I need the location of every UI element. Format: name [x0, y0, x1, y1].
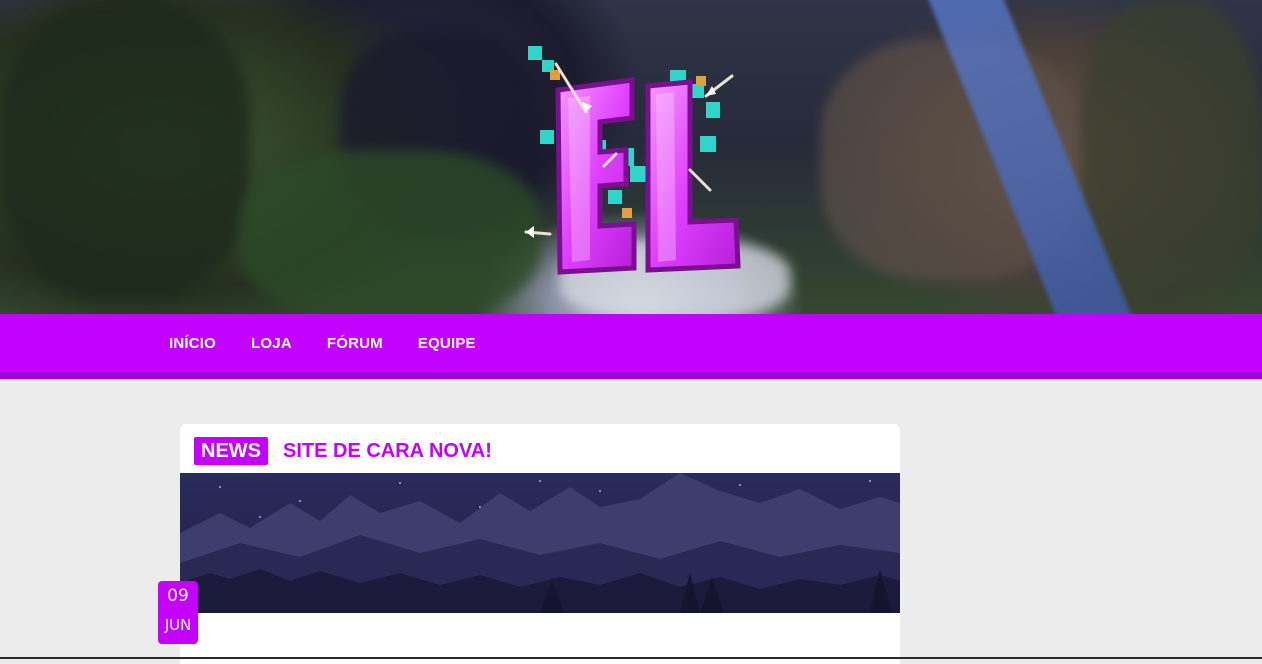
hero-scenery-grass: [240, 150, 540, 314]
navbar-shadow: [0, 372, 1262, 379]
hero-banner: [0, 0, 1262, 314]
post-date-day: 09: [167, 586, 189, 606]
post-date-badge: 09 JUN: [158, 581, 198, 644]
logo[interactable]: [520, 40, 750, 275]
post-image[interactable]: [180, 473, 900, 613]
main-navbar: INÍCIO LOJA FÓRUM EQUIPE: [0, 314, 1262, 372]
nav-item-forum[interactable]: FÓRUM: [327, 335, 383, 352]
hero-scenery-hill: [0, 0, 250, 300]
nav-item-inicio[interactable]: INÍCIO: [169, 335, 216, 352]
news-post-card: NEWS SITE DE CARA NOVA!: [180, 424, 900, 664]
nav-item-loja[interactable]: LOJA: [251, 335, 292, 352]
nav-menu: INÍCIO LOJA FÓRUM EQUIPE: [169, 314, 511, 372]
post-title[interactable]: SITE DE CARA NOVA!: [283, 439, 492, 463]
post-date-month: JUN: [164, 616, 192, 634]
post-header: NEWS SITE DE CARA NOVA!: [180, 424, 900, 473]
nav-item-equipe[interactable]: EQUIPE: [418, 335, 476, 352]
news-badge: NEWS: [194, 437, 268, 465]
post-image-scenery: [180, 473, 900, 613]
